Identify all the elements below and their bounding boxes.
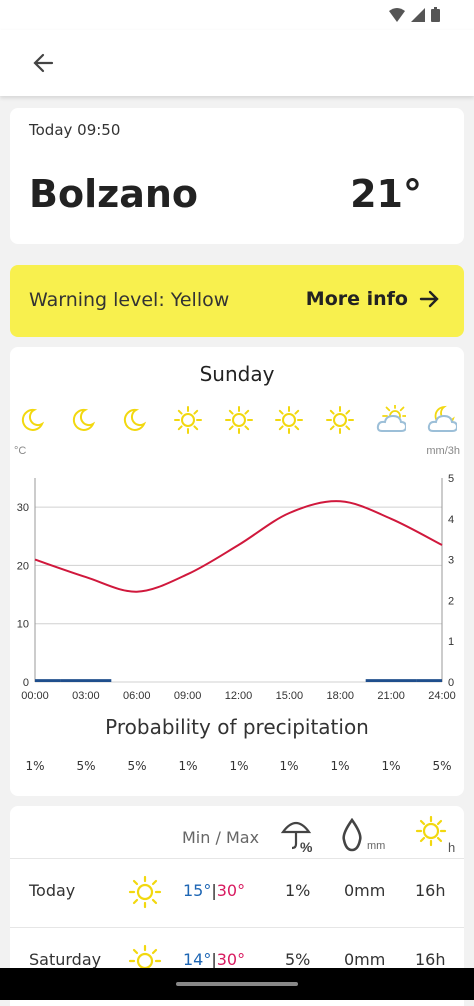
row-precip-mm: 0mm [344,950,385,969]
x-tick-label: 12:00 [225,690,253,702]
wifi-icon [389,8,405,22]
moon-icon [122,405,152,435]
y-right-tick-label: 2 [448,595,454,607]
x-tick-label: 21:00 [377,690,405,702]
sun-hours-icon: h [414,814,458,854]
y-right-tick-label: 3 [448,555,454,567]
x-tick-label: 15:00 [276,690,304,702]
sun-icon [173,405,203,435]
more-info-label: More info [306,288,408,310]
x-tick-label: 00:00 [21,690,49,702]
y-right-tick-label: 5 [448,473,454,485]
sun-icon [128,875,162,909]
y-left-tick-label: 10 [17,619,29,631]
precip-probability-title: Probability of precipitation [10,715,464,739]
home-gesture-handle[interactable] [176,982,298,986]
app-bar [0,30,474,96]
row-precip-prob: 1% [285,881,310,900]
x-tick-label: 09:00 [174,690,202,702]
table-row[interactable]: Today 15°|30° 1% 0mm 16h [10,858,464,926]
precip-probability-value: 1% [371,759,411,773]
precip-probability-value: 1% [168,759,208,773]
row-minmax: 15°|30° [183,881,245,900]
row-max-temp: 30° [217,950,245,969]
warning-banner[interactable]: Warning level: Yellow More info [10,265,464,337]
precip-bar [60,679,111,682]
precip-probability-value: 1% [269,759,309,773]
x-tick-label: 24:00 [428,690,456,702]
row-min-temp: 15° [183,881,211,900]
raindrop-icon: mm [340,818,390,852]
more-info-link[interactable]: More info [306,288,440,310]
cloud-sun-icon [376,405,406,435]
cloud-moon-icon [427,405,457,435]
precip-probability-value: 1% [320,759,360,773]
precip-probability-value: 1% [15,759,55,773]
umbrella-percent-icon: % [280,816,316,854]
row-day-label: Saturday [29,950,101,969]
precip-bar [35,679,60,682]
city-name: Bolzano [29,172,198,216]
row-sun-hours: 16h [415,881,446,900]
precip-probability-value: 5% [422,759,462,773]
row-min-temp: 14° [183,950,211,969]
daily-forecast-card: Sunday °C mm/3h 0 10 20 30 0 1 2 3 4 5 00:00 03:00 06:… [10,347,464,796]
y-left-tick-label: 20 [17,560,29,572]
y-left-unit: °C [14,445,26,457]
forecast-day-title: Sunday [10,362,464,386]
minmax-header: Min / Max [182,828,259,847]
y-right-tick-label: 4 [448,514,454,526]
y-right-tick-label: 0 [448,677,454,689]
sun-hours-unit-label: h [448,840,455,854]
sun-icon [224,405,254,435]
precip-bar [417,679,442,682]
raindrop-unit-label: mm [367,840,385,852]
precip-probability-value: 5% [117,759,157,773]
precip-probability-value: 5% [66,759,106,773]
row-day-label: Today [29,881,75,900]
x-tick-label: 03:00 [72,690,100,702]
moon-icon [71,405,101,435]
precip-probability-value: 1% [219,759,259,773]
sun-icon [274,405,304,435]
precip-probability-row: 1% 5% 5% 1% 1% 1% 1% 1% 5% [10,759,464,777]
row-precip-prob: 5% [285,950,310,969]
umbrella-percent-label: % [300,839,313,854]
back-button[interactable] [28,48,58,78]
y-left-tick-label: 30 [17,502,29,514]
x-tick-label: 06:00 [123,690,151,702]
hourly-icons-row [10,405,464,439]
precip-bar [366,679,417,682]
y-right-unit: mm/3h [426,445,460,457]
row-minmax: 14°|30° [183,950,245,969]
x-tick-label: 18:00 [326,690,354,702]
warning-level-text: Warning level: Yellow [29,289,229,311]
temperature-line [35,501,442,592]
battery-icon [431,7,440,22]
row-sun-hours: 16h [415,950,446,969]
current-temperature: 21° [350,172,422,216]
signal-icon [411,8,425,22]
current-time: Today 09:50 [29,121,120,139]
arrow-left-icon [28,48,58,78]
y-left-tick-label: 0 [23,677,29,689]
status-icons [389,7,440,22]
temperature-precip-chart: °C mm/3h 0 10 20 30 0 1 2 3 4 5 00:00 03:00 06:00 09:00… [10,443,464,705]
status-bar [0,0,474,30]
moon-icon [20,405,50,435]
y-right-tick-label: 1 [448,636,454,648]
sun-icon [325,405,355,435]
row-max-temp: 30° [217,881,245,900]
row-precip-mm: 0mm [344,881,385,900]
arrow-right-icon [418,288,440,310]
current-weather-card: Today 09:50 Bolzano 21° [10,108,464,244]
